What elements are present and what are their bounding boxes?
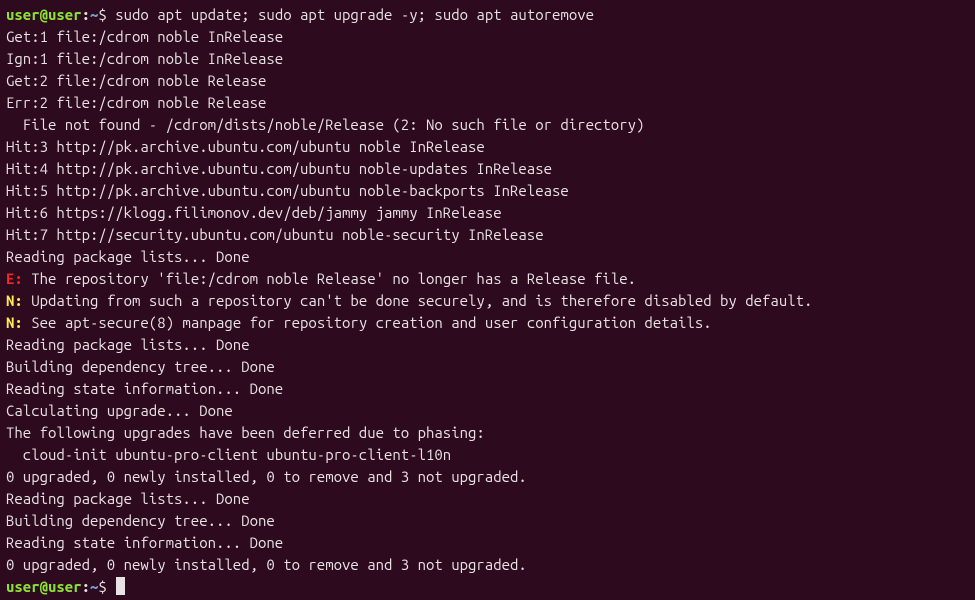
output-line: Hit:5 http://pk.archive.ubuntu.com/ubunt… [6, 180, 969, 202]
output-text: See apt-secure(8) manpage for repository… [23, 314, 712, 331]
output-text: 0 upgraded, 0 newly installed, 0 to remo… [6, 468, 527, 485]
command-text: sudo apt update; sudo apt upgrade -y; su… [115, 6, 594, 23]
output-line: 0 upgraded, 0 newly installed, 0 to remo… [6, 466, 969, 488]
output-text: Updating from such a repository can't be… [23, 292, 813, 309]
output-text: File not found - /cdrom/dists/noble/Rele… [6, 116, 644, 133]
output-line: Hit:7 http://security.ubuntu.com/ubuntu … [6, 224, 969, 246]
output-line: Building dependency tree... Done [6, 510, 969, 532]
output-text: Hit:4 http://pk.archive.ubuntu.com/ubunt… [6, 160, 552, 177]
output-line: Building dependency tree... Done [6, 356, 969, 378]
output-text: Reading state information... Done [6, 534, 283, 551]
output-line: Get:1 file:/cdrom noble InRelease [6, 26, 969, 48]
output-text: Ign:1 file:/cdrom noble InRelease [6, 50, 283, 67]
output-line: 0 upgraded, 0 newly installed, 0 to remo… [6, 554, 969, 576]
output-text: Building dependency tree... Done [6, 358, 275, 375]
output-text: Building dependency tree... Done [6, 512, 275, 529]
output-line: N: Updating from such a repository can't… [6, 290, 969, 312]
output-text: The repository 'file:/cdrom noble Releas… [23, 270, 636, 287]
prompt-colon: : [82, 578, 90, 595]
prompt-colon: : [82, 6, 90, 23]
command-line: user@user:~$ sudo apt update; sudo apt u… [6, 4, 969, 26]
output-text: Hit:3 http://pk.archive.ubuntu.com/ubunt… [6, 138, 485, 155]
output-line: Reading state information... Done [6, 532, 969, 554]
output-line: E: The repository 'file:/cdrom noble Rel… [6, 268, 969, 290]
prompt-symbol: $ [98, 6, 115, 23]
output-line: The following upgrades have been deferre… [6, 422, 969, 444]
notice-tag: N: [6, 314, 23, 331]
output-text: Reading package lists... Done [6, 336, 250, 353]
terminal[interactable]: user@user:~$ sudo apt update; sudo apt u… [6, 4, 969, 596]
prompt-user-host: user@user [6, 6, 82, 23]
error-tag: E: [6, 270, 23, 287]
output-line: Hit:6 https://klogg.filimonov.dev/deb/ja… [6, 202, 969, 224]
output-text: Hit:5 http://pk.archive.ubuntu.com/ubunt… [6, 182, 569, 199]
output-text: Err:2 file:/cdrom noble Release [6, 94, 266, 111]
output-text: Reading package lists... Done [6, 490, 250, 507]
output-text: cloud-init ubuntu-pro-client ubuntu-pro-… [6, 446, 451, 463]
prompt-line[interactable]: user@user:~$ [6, 576, 969, 598]
output-line: Hit:3 http://pk.archive.ubuntu.com/ubunt… [6, 136, 969, 158]
notice-tag: N: [6, 292, 23, 309]
prompt-symbol: $ [98, 578, 115, 595]
output-text: Reading state information... Done [6, 380, 283, 397]
output-line: Reading package lists... Done [6, 488, 969, 510]
cursor [116, 577, 125, 595]
output-line: N: See apt-secure(8) manpage for reposit… [6, 312, 969, 334]
output-line: Ign:1 file:/cdrom noble InRelease [6, 48, 969, 70]
output-line: Hit:4 http://pk.archive.ubuntu.com/ubunt… [6, 158, 969, 180]
output-line: Reading package lists... Done [6, 334, 969, 356]
output-line: File not found - /cdrom/dists/noble/Rele… [6, 114, 969, 136]
output-text: Calculating upgrade... Done [6, 402, 233, 419]
output-text: Hit:6 https://klogg.filimonov.dev/deb/ja… [6, 204, 502, 221]
output-line: cloud-init ubuntu-pro-client ubuntu-pro-… [6, 444, 969, 466]
output-text: Reading package lists... Done [6, 248, 250, 265]
output-line: Reading state information... Done [6, 378, 969, 400]
prompt-user-host: user@user [6, 578, 82, 595]
output-line: Err:2 file:/cdrom noble Release [6, 92, 969, 114]
output-line: Get:2 file:/cdrom noble Release [6, 70, 969, 92]
output-line: Reading package lists... Done [6, 246, 969, 268]
output-text: Hit:7 http://security.ubuntu.com/ubuntu … [6, 226, 544, 243]
output-text: Get:2 file:/cdrom noble Release [6, 72, 266, 89]
output-text: 0 upgraded, 0 newly installed, 0 to remo… [6, 556, 527, 573]
output-text: The following upgrades have been deferre… [6, 424, 485, 441]
output-line: Calculating upgrade... Done [6, 400, 969, 422]
output-text: Get:1 file:/cdrom noble InRelease [6, 28, 283, 45]
